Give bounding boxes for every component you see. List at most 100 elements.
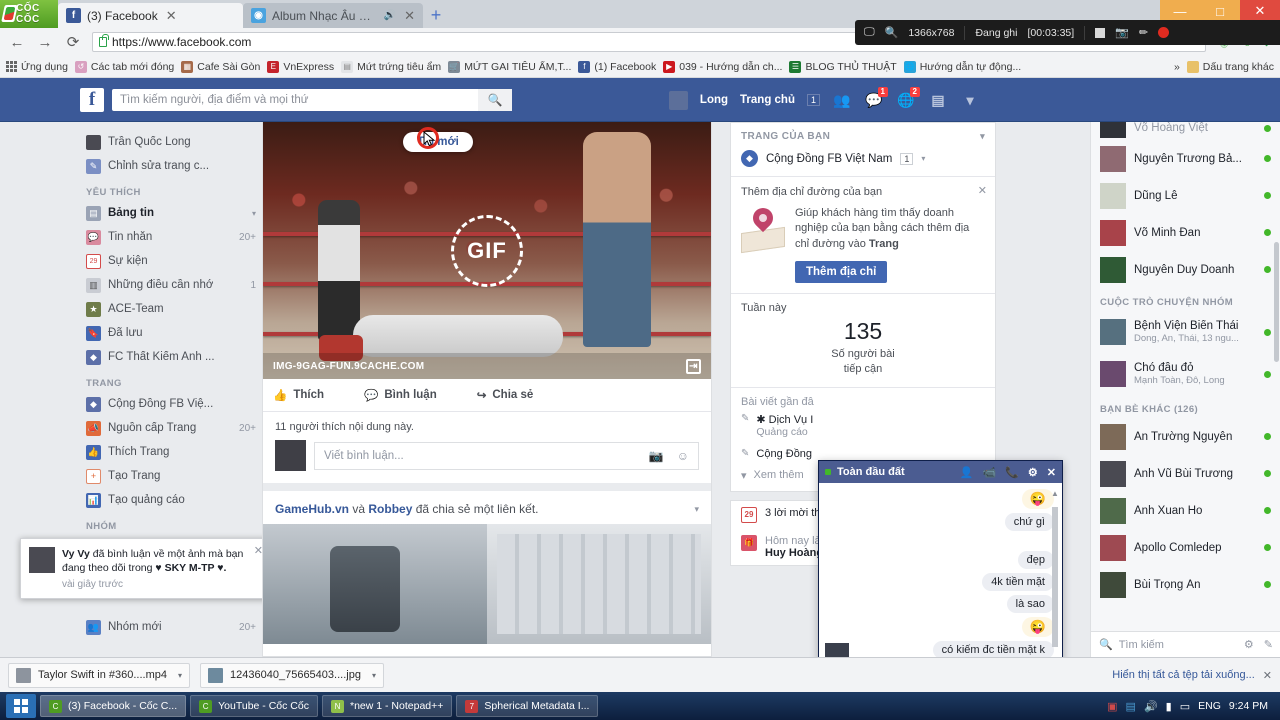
chat-contact[interactable]: Anh Xuan Ho — [1091, 492, 1280, 529]
facebook-logo[interactable]: f — [80, 88, 104, 112]
sidebar-item-cong-dong-fb[interactable]: ◆ Cộng Đồng FB Việ... — [80, 392, 262, 416]
show-all-downloads-link[interactable]: Hiển thị tất cả tệp tải xuống... — [1112, 669, 1254, 681]
bookmark-facebook[interactable]: f (1) Facebook — [578, 60, 656, 73]
network-icon[interactable]: ▮ — [1166, 700, 1172, 713]
sidebar-item-memories[interactable]: ▥ Những điều cần nhớ 1 — [80, 273, 262, 297]
friends-icon[interactable]: 👥 — [832, 91, 852, 109]
close-icon[interactable]: ✕ — [1047, 466, 1056, 479]
close-icon[interactable]: ✕ — [404, 8, 415, 24]
compose-icon[interactable]: ✎ — [1264, 638, 1273, 651]
share-button[interactable]: ↪ Chia sẻ — [477, 388, 534, 402]
close-icon[interactable]: ✕ — [978, 184, 987, 197]
like-button[interactable]: 👍 Thích — [273, 388, 324, 402]
gear-icon[interactable]: ⚙ — [1244, 638, 1254, 651]
search-icon[interactable]: 🔍 — [478, 89, 512, 111]
chat-contact[interactable]: Võ Hoàng Việt — [1091, 122, 1280, 140]
camera-icon[interactable]: 📷 — [1115, 26, 1129, 39]
chat-contact[interactable]: Nguyễn Trương Bả... — [1091, 140, 1280, 177]
bookmark-huongdan[interactable]: 🌐 Hướng dẫn tự động... — [903, 60, 1021, 73]
forward-button[interactable]: → — [36, 34, 54, 51]
chevron-down-icon[interactable]: ▾ — [694, 504, 699, 515]
sidebar-item-fc-that-kiem-anh[interactable]: ◆ FC Thất Kiếm Anh ... — [80, 345, 262, 369]
search-input[interactable]: Tìm kiếm người, địa điểm và mọi thứ 🔍 — [112, 89, 512, 111]
record-button[interactable] — [1158, 27, 1170, 38]
app-tray-icon[interactable]: ▣ — [1107, 700, 1117, 713]
bookmark-mut-trung[interactable]: ▤ Mứt trứng tiêu ẩm — [341, 60, 441, 73]
user-name[interactable]: Long — [700, 94, 728, 106]
stop-button[interactable] — [1095, 27, 1106, 38]
comment-input[interactable]: Viết bình luận... 📷 ☺ — [314, 441, 699, 470]
messages-icon[interactable]: 💬 1 — [864, 87, 888, 109]
camera-icon[interactable]: 📷 — [649, 449, 664, 463]
minimize-button[interactable]: — — [1160, 0, 1200, 22]
sidebar-item-like-pages[interactable]: 👍 Thích Trang — [80, 440, 262, 464]
chevron-down-icon[interactable]: ▾ — [921, 154, 925, 163]
sidebar-item-new-group[interactable]: 👥 Nhóm mới 20+ — [80, 615, 262, 639]
browser-tab-1[interactable]: ◉ Album Nhạc Âu Mỹ Ho 🔊 ✕ — [243, 3, 423, 28]
taskbar-item-spherical[interactable]: 7 Spherical Metadata I... — [456, 695, 599, 717]
mute-icon[interactable]: 🔊 — [384, 10, 396, 21]
chat-contact[interactable]: Dũng Lê — [1091, 177, 1280, 214]
other-bookmarks-folder[interactable]: Dấu trang khác — [1186, 60, 1274, 73]
back-button[interactable]: ← — [8, 34, 26, 51]
post2-author[interactable]: GameHub.vn — [275, 502, 349, 516]
chevron-down-icon[interactable]: ▾ — [178, 671, 182, 680]
monitor-icon[interactable]: 🖵 — [864, 26, 875, 39]
video-call-icon[interactable]: 📹 — [983, 466, 997, 479]
post2-author2[interactable]: Robbey — [368, 502, 412, 516]
sidebar-item-page-feed[interactable]: 📣 Nguồn cấp Trang 20+ — [80, 416, 262, 440]
language-indicator[interactable]: ENG — [1198, 700, 1221, 712]
browser-tab-0[interactable]: f (3) Facebook ✕ — [58, 3, 243, 28]
scroll-up-icon[interactable]: ▲ — [1051, 489, 1059, 498]
chevron-down-icon[interactable]: ▾ — [960, 91, 980, 109]
chevron-down-icon[interactable]: ▾ — [980, 131, 985, 142]
download-item[interactable]: 12436040_75665403....jpg ▾ — [200, 662, 384, 688]
chat-contact[interactable]: An Trường Nguyễn — [1091, 418, 1280, 455]
sidebar-item-ace-team[interactable]: ★ ACE-Team — [80, 297, 262, 321]
bookmark-recent-tabs[interactable]: ↺ Các tab mới đóng — [74, 60, 174, 73]
bookmark-vnexpress[interactable]: E VnExpress — [267, 60, 334, 73]
close-icon[interactable]: ✕ — [166, 8, 177, 24]
page-row[interactable]: ◆ Cộng Đồng FB Việt Nam 1 ▾ — [731, 147, 995, 176]
taskbar-item-notepad[interactable]: N *new 1 - Notepad++ — [321, 695, 453, 717]
avatar[interactable] — [668, 90, 688, 110]
reload-button[interactable]: ⟳ — [64, 33, 82, 51]
sidebar-item-newsfeed[interactable]: ▤ Bảng tin ▾ — [80, 201, 262, 225]
download-item[interactable]: Taylor Swift in #360....mp4 ▾ — [8, 662, 191, 688]
battery-icon[interactable]: ▭ — [1180, 700, 1190, 713]
bookmark-cafe[interactable]: ▦ Cafe Sài Gòn — [181, 60, 260, 73]
phone-call-icon[interactable]: 📞 — [1005, 466, 1019, 479]
bookmark-039[interactable]: ▶ 039 - Hướng dẫn ch... — [663, 60, 782, 73]
expand-icon[interactable]: ⇥ — [686, 358, 701, 374]
magnifier-icon[interactable]: 🔍 — [885, 26, 899, 39]
sidebar-item-saved[interactable]: 🔖 Đã lưu — [80, 321, 262, 345]
comment-button[interactable]: 💬 Bình luận — [364, 388, 437, 402]
app-tray-icon[interactable]: ▤ — [1126, 700, 1136, 713]
pencil-icon[interactable]: ✏ — [1139, 26, 1148, 39]
bookmark-mut-gai[interactable]: 🛒 MỨT GAI TIÊU ẨM,T... — [448, 60, 571, 73]
home-link[interactable]: Trang chủ — [740, 94, 795, 106]
maximize-button[interactable]: □ — [1200, 0, 1240, 22]
volume-icon[interactable]: 🔊 — [1144, 700, 1158, 713]
chevron-down-icon[interactable]: ▾ — [372, 671, 376, 680]
chat-scrollbar[interactable]: ▲ ▼ — [1051, 489, 1059, 673]
recent-post-row[interactable]: ✎ ✱ Dịch Vụ I Quảng cáo — [741, 408, 985, 443]
taskbar-item-youtube[interactable]: C YouTube - Cốc Cốc — [190, 695, 318, 717]
chat-contact[interactable]: Võ Minh Đan — [1091, 214, 1280, 251]
chat-contact[interactable]: Apollo Comledep — [1091, 529, 1280, 566]
close-icon[interactable]: ✕ — [1263, 669, 1272, 682]
privacy-icon[interactable]: ▤ — [928, 91, 948, 109]
close-button[interactable]: ✕ — [1240, 0, 1280, 22]
chat-contact[interactable]: Bùi Trọng Ân — [1091, 566, 1280, 603]
chat-group[interactable]: Chó đầu đỏ Mạnh Toàn, Đô, Long — [1091, 353, 1280, 395]
chat-contact[interactable]: Nguyễn Duy Doanh — [1091, 251, 1280, 288]
notification-toast[interactable]: ✕ Vy Vy đã bình luận về một ảnh mà bạn đ… — [20, 538, 270, 600]
chat-search[interactable]: 🔍 Tìm kiếm ⚙ ✎ — [1091, 631, 1280, 657]
sidebar-item-edit[interactable]: ✎ Chỉnh sửa trang c... — [80, 154, 262, 178]
bookmark-blog[interactable]: ☰ BLOG THỦ THUẬT — [789, 60, 897, 73]
bookmark-apps[interactable]: Ứng dụng — [6, 61, 68, 73]
add-person-icon[interactable]: 👤 — [960, 466, 974, 479]
taskbar-item-facebook[interactable]: C (3) Facebook - Cốc C... — [40, 695, 187, 717]
add-address-button[interactable]: Thêm địa chỉ — [795, 261, 888, 284]
globe-icon[interactable]: 🌐 2 — [896, 87, 920, 109]
